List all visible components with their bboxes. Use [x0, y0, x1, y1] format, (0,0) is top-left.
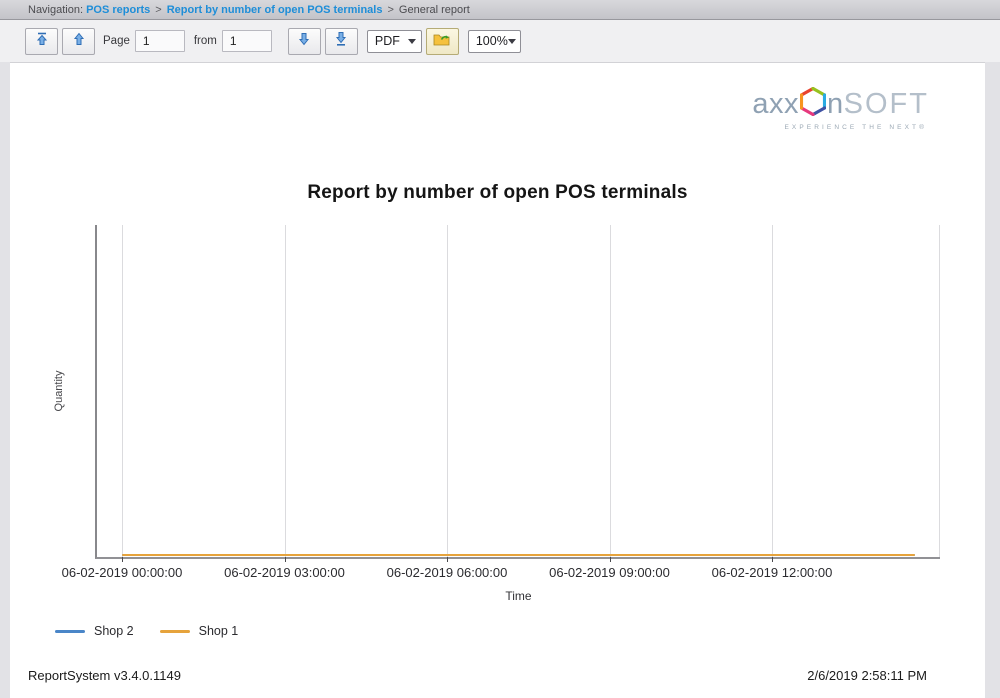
breadcrumb: Navigation: POS reports > Report by numb… — [0, 0, 1000, 20]
export-format-value: PDF — [374, 34, 400, 48]
toolbar: Page from PDF 100 — [0, 20, 1000, 62]
breadcrumb-current: General report — [398, 3, 470, 16]
x-tick-label: 06-02-2019 12:00:00 — [711, 565, 833, 580]
arrow-up-icon — [72, 32, 86, 51]
gridline — [609, 225, 611, 557]
breadcrumb-separator: > — [155, 3, 162, 16]
legend-item-shop2: Shop 2 — [55, 624, 134, 638]
report-datetime: 2/6/2019 2:58:11 PM — [807, 668, 927, 683]
gridline — [939, 225, 940, 557]
gridline — [447, 225, 448, 557]
x-axis-title: Time — [505, 589, 532, 603]
report-footer: ReportSystem v3.4.0.1149 2/6/2019 2:58:1… — [28, 668, 927, 683]
report-title: Report by number of open POS terminals — [307, 182, 688, 203]
export-folder-icon — [433, 32, 451, 51]
chevron-down-icon — [407, 39, 416, 44]
arrow-down-icon — [297, 32, 311, 51]
report-version: ReportSystem v3.4.0.1149 — [28, 668, 181, 683]
chart-legend: Shop 2 Shop 1 — [55, 624, 264, 638]
x-tick — [122, 557, 123, 562]
page-number-input[interactable] — [134, 30, 185, 52]
x-tick — [609, 557, 611, 562]
chevron-down-icon — [507, 39, 516, 44]
first-page-button[interactable] — [25, 27, 58, 55]
x-tick-label: 06-02-2019 00:00:00 — [61, 565, 183, 580]
legend-swatch — [159, 629, 190, 633]
last-page-button[interactable] — [324, 27, 358, 55]
zoom-select[interactable]: 100% — [467, 29, 521, 53]
hexagon-logo-icon — [799, 86, 827, 121]
breadcrumb-link-report[interactable]: Report by number of open POS terminals — [167, 4, 383, 16]
legend-item-shop1: Shop 1 — [159, 624, 239, 638]
logo-text-start: axx — [752, 87, 800, 120]
x-tick — [772, 557, 773, 562]
chart-plot: Quantity Time 06-02-2019 00:00:00 06-02-2… — [53, 225, 940, 603]
breadcrumb-link-pos-reports[interactable]: POS reports — [86, 4, 150, 16]
export-format-select[interactable]: PDF — [366, 29, 422, 53]
zoom-value: 100% — [475, 34, 508, 48]
prev-page-button[interactable] — [62, 27, 95, 55]
breadcrumb-prefix: Navigation: — [28, 3, 87, 16]
logo-text-suffix: SOFT — [843, 87, 929, 120]
legend-label: Shop 1 — [198, 624, 239, 638]
legend-label: Shop 2 — [94, 624, 134, 638]
x-tick — [447, 557, 448, 562]
series-line-shop-1 — [122, 554, 915, 556]
logo-text-end: n — [827, 87, 844, 120]
next-page-button[interactable] — [287, 27, 321, 55]
report-page: axx n SOFT EXPERIENCE THE NEXT® Report b… — [10, 62, 985, 698]
axxonsoft-logo: axx n SOFT EXPERIENCE THE NEXT® — [729, 86, 929, 131]
export-button[interactable] — [425, 27, 459, 55]
gridline — [772, 225, 773, 557]
page-label: Page — [103, 35, 130, 47]
legend-swatch — [55, 629, 85, 633]
pages-total-input[interactable] — [221, 30, 272, 52]
x-tick-label: 06-02-2019 09:00:00 — [549, 565, 670, 580]
x-tick-label: 06-02-2019 03:00:00 — [224, 565, 345, 580]
breadcrumb-separator: > — [387, 3, 394, 16]
logo-tagline: EXPERIENCE THE NEXT® — [784, 124, 927, 131]
arrow-up-to-bar-icon — [35, 32, 49, 51]
y-axis-title: Quantity — [53, 370, 65, 412]
gridline — [284, 225, 286, 557]
x-tick-label: 06-02-2019 06:00:00 — [386, 565, 508, 580]
x-tick — [284, 557, 286, 562]
from-label: from — [193, 35, 217, 47]
arrow-down-to-bar-icon — [334, 31, 348, 51]
gridline — [122, 225, 123, 557]
